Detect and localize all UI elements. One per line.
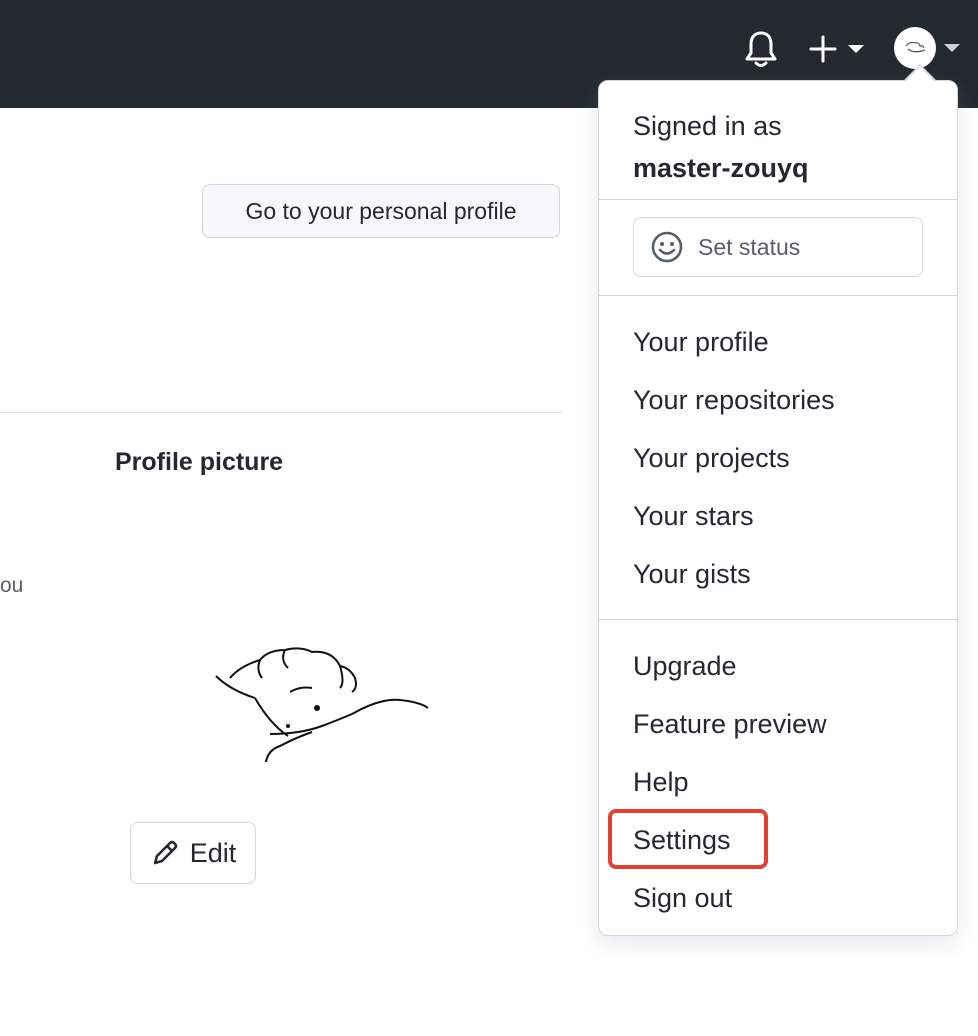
menu-item-your-projects[interactable]: Your projects [633,443,790,474]
signed-in-label: Signed in as [633,111,782,141]
menu-item-help[interactable]: Help [633,767,689,798]
edit-profile-picture-button[interactable]: Edit [130,822,256,884]
avatar-drawing-icon [905,41,926,53]
set-status-label: Set status [698,233,801,260]
section-divider [0,412,562,413]
create-new-button[interactable] [806,28,868,70]
profile-picture-heading: Profile picture [115,448,284,476]
edit-button-label: Edit [189,837,237,868]
notifications-button[interactable] [740,28,782,70]
plus-icon [809,35,837,63]
menu-item-your-profile[interactable]: Your profile [633,327,769,358]
menu-item-your-gists[interactable]: Your gists [633,559,751,590]
set-status-button[interactable]: Set status [633,217,923,277]
profile-picture-image [215,647,429,763]
settings-highlight-box [608,809,768,869]
chevron-down-icon [944,44,960,52]
truncated-text: ou [0,574,24,597]
menu-divider [599,199,957,200]
pencil-icon [153,840,178,865]
menu-item-feature-preview[interactable]: Feature preview [633,709,827,740]
smiley-icon [651,231,683,263]
menu-divider [599,295,957,296]
personal-profile-button[interactable]: Go to your personal profile [202,184,560,238]
bell-icon [745,31,777,67]
dropdown-caret-fill [906,66,934,81]
menu-item-your-repositories[interactable]: Your repositories [633,385,835,416]
user-dropdown-menu: Signed in as master-zouyq Set status You… [598,80,958,936]
signed-in-info: Signed in as master-zouyq [633,105,809,189]
chevron-down-icon [848,45,864,53]
menu-item-upgrade[interactable]: Upgrade [633,651,737,682]
menu-item-sign-out[interactable]: Sign out [633,883,732,914]
menu-divider [599,619,957,620]
menu-item-your-stars[interactable]: Your stars [633,501,754,532]
avatar [894,27,936,69]
username: master-zouyq [633,153,809,183]
